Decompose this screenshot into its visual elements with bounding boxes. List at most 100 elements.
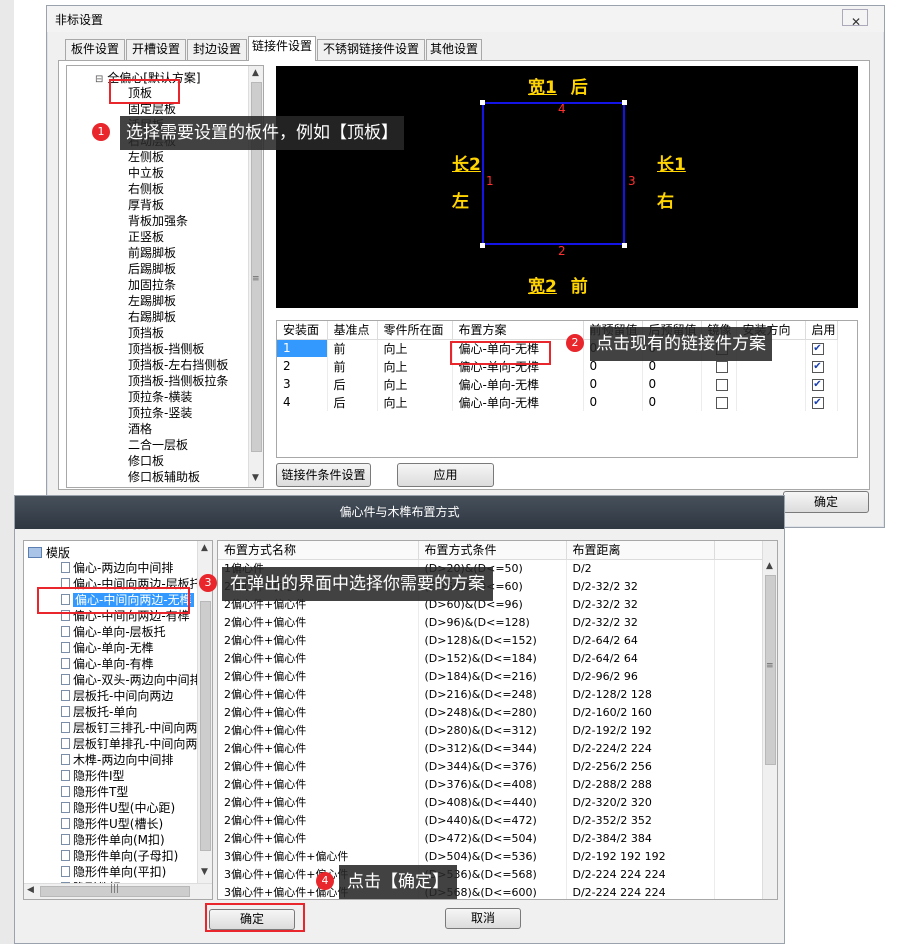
list-cell[interactable]: (D>472)&(D<=504) <box>418 829 567 847</box>
list-row[interactable]: 2偏心件+偏心件 (D>184)&(D<=216) D/2-96/2 96 <box>218 667 764 685</box>
tab-stainless-connector-settings[interactable]: 不锈钢链接件设置 <box>317 39 425 60</box>
list-cell[interactable]: 2偏心件+偏心件 <box>218 721 419 739</box>
tree-item[interactable]: 顶挡板-挡侧板 <box>128 341 228 357</box>
tree-item[interactable]: 酒格 <box>128 421 228 437</box>
list-cell[interactable]: (D>128)&(D<=152) <box>418 631 567 649</box>
tree-item[interactable]: 修口板 <box>128 453 228 469</box>
list-row[interactable]: 3偏心件+偏心件+偏心件 (D>536)&(D<=568) D/2-224 224 … <box>218 865 764 883</box>
list-row[interactable]: 2偏心件+偏心件 (D>152)&(D<=184) D/2-64/2 64 <box>218 649 764 667</box>
enable-checkbox[interactable]: ✔ <box>811 342 824 355</box>
tab-groove-settings[interactable]: 开槽设置 <box>126 39 186 60</box>
template-tree-vscroll[interactable]: ▲ ▼ <box>197 541 212 883</box>
grid-header[interactable]: 零件所在面 <box>377 321 453 340</box>
grid-header[interactable]: 启用 <box>805 321 838 340</box>
list-header[interactable]: 布置方式条件 <box>418 541 567 560</box>
tab-connector-settings[interactable]: 链接件设置 <box>248 36 316 61</box>
mirror-checkbox[interactable] <box>715 396 728 409</box>
tab-edge-settings[interactable]: 封边设置 <box>187 39 247 60</box>
grid-cell[interactable]: 0 <box>642 393 702 411</box>
list-cell[interactable]: D/2-384/2 384 <box>566 829 715 847</box>
list-cell[interactable]: 2偏心件+偏心件 <box>218 739 419 757</box>
list-cell[interactable]: 2偏心件+偏心件 <box>218 703 419 721</box>
list-cell[interactable]: (D>312)&(D<=344) <box>418 739 567 757</box>
grid-cell[interactable]: 0 <box>583 375 643 393</box>
list-cell[interactable]: D/2-32/2 32 <box>566 613 715 631</box>
list-cell[interactable]: (D>280)&(D<=312) <box>418 721 567 739</box>
list-cell[interactable]: 3偏心件+偏心件+偏心件 <box>218 847 419 865</box>
list-cell[interactable]: 2偏心件+偏心件 <box>218 793 419 811</box>
list-cell[interactable]: (D>408)&(D<=440) <box>418 793 567 811</box>
template-item[interactable]: 隐形件U型(中心距) <box>61 800 201 816</box>
template-item[interactable]: 隐形件单向(平扣) <box>61 864 201 880</box>
list-cell[interactable]: D/2-160/2 160 <box>566 703 715 721</box>
tree-item[interactable]: 左踢脚板 <box>128 293 228 309</box>
list-row[interactable]: 2偏心件+偏心件 (D>472)&(D<=504) D/2-384/2 384 <box>218 829 764 847</box>
grid-cell[interactable]: 向上 <box>377 357 453 375</box>
enable-cell[interactable]: ✔ <box>805 357 838 375</box>
enable-cell[interactable]: ✔ <box>805 393 838 411</box>
grid-cell[interactable]: 前 <box>327 339 378 357</box>
list-cell[interactable]: D/2-256/2 256 <box>566 757 715 775</box>
grid-row[interactable]: 4 后向上 偏心-单向-无榫 0 0 ✔ <box>277 393 838 411</box>
list-cell[interactable]: D/2-288/2 288 <box>566 775 715 793</box>
template-item[interactable]: 偏心-单向-层板托 <box>61 624 201 640</box>
tree-item[interactable]: 二合一层板 <box>128 437 228 453</box>
tree-item[interactable]: 顶挡板 <box>128 325 228 341</box>
list-cell[interactable]: (D>248)&(D<=280) <box>418 703 567 721</box>
grid-cell[interactable]: 向上 <box>377 375 453 393</box>
grid-cell[interactable]: 向上 <box>377 339 453 357</box>
direction-cell[interactable] <box>736 375 806 393</box>
template-item[interactable]: 隐形件单向(子母扣) <box>61 848 201 864</box>
tab-other-settings[interactable]: 其他设置 <box>426 39 482 60</box>
template-item[interactable]: 偏心-单向-无榫 <box>61 640 201 656</box>
list-cell[interactable]: D/2-224 224 224 <box>566 865 715 883</box>
list-cell[interactable]: (D>152)&(D<=184) <box>418 649 567 667</box>
template-item[interactable]: 隐形件I型 <box>61 768 201 784</box>
tree-item[interactable]: 顶拉条-竖装 <box>128 405 228 421</box>
mirror-cell[interactable] <box>701 375 737 393</box>
enable-checkbox[interactable]: ✔ <box>811 396 824 409</box>
list-row[interactable]: 2偏心件+偏心件 (D>248)&(D<=280) D/2-160/2 160 <box>218 703 764 721</box>
template-tree-root[interactable]: 模版 <box>28 544 70 561</box>
template-item[interactable]: 偏心-双头-两边向中间排 <box>61 672 201 688</box>
tree-item[interactable]: 加固拉条 <box>128 277 228 293</box>
list-cell[interactable]: D/2-224/2 224 <box>566 739 715 757</box>
grid-cell[interactable]: 3 <box>277 375 328 393</box>
tree-item[interactable]: 左侧板 <box>128 149 228 165</box>
mirror-cell[interactable] <box>701 393 737 411</box>
list-cell[interactable]: D/2 <box>566 559 715 577</box>
list-row[interactable]: 3偏心件+偏心件+偏心件 (D>568)&(D<=600) D/2-224 224 … <box>218 883 764 899</box>
list-cell[interactable]: (D>504)&(D<=536) <box>418 847 567 865</box>
template-item[interactable]: 偏心-两边向中间排 <box>61 560 201 576</box>
list-cell[interactable]: D/2-64/2 64 <box>566 631 715 649</box>
list-cell[interactable]: 2偏心件+偏心件 <box>218 631 419 649</box>
grid-cell[interactable]: 0 <box>583 393 643 411</box>
list-cell[interactable]: D/2-128/2 128 <box>566 685 715 703</box>
grid-cell[interactable]: 偏心-单向-无榫 <box>452 393 584 411</box>
tree-item[interactable]: 中立板 <box>128 165 228 181</box>
list-cell[interactable]: D/2-32/2 32 <box>566 577 715 595</box>
tree-item[interactable]: 右踢脚板 <box>128 309 228 325</box>
list-row[interactable]: 2偏心件+偏心件 (D>440)&(D<=472) D/2-352/2 352 <box>218 811 764 829</box>
enable-checkbox[interactable]: ✔ <box>811 360 824 373</box>
dialog-cancel-button[interactable]: 取消 <box>445 908 521 929</box>
list-row[interactable]: 2偏心件+偏心件 (D>280)&(D<=312) D/2-192/2 192 <box>218 721 764 739</box>
list-cell[interactable]: 2偏心件+偏心件 <box>218 649 419 667</box>
list-cell[interactable]: (D>184)&(D<=216) <box>418 667 567 685</box>
list-cell[interactable]: (D>440)&(D<=472) <box>418 811 567 829</box>
list-cell[interactable]: D/2-64/2 64 <box>566 649 715 667</box>
grid-cell[interactable]: 1 <box>277 339 328 357</box>
grid-cell[interactable]: 后 <box>327 393 378 411</box>
grid-cell[interactable]: 向上 <box>377 393 453 411</box>
template-item[interactable]: 层板托-单向 <box>61 704 201 720</box>
layout-list-scrollbar[interactable]: ▲ ≡ <box>762 541 777 899</box>
list-row[interactable]: 2偏心件+偏心件 (D>216)&(D<=248) D/2-128/2 128 <box>218 685 764 703</box>
direction-cell[interactable] <box>736 393 806 411</box>
tree-item[interactable]: 背板加强条 <box>128 213 228 229</box>
list-cell[interactable]: (D>344)&(D<=376) <box>418 757 567 775</box>
enable-cell[interactable]: ✔ <box>805 375 838 393</box>
mirror-checkbox[interactable] <box>715 378 728 391</box>
grid-cell[interactable]: 偏心-单向-无榫 <box>452 375 584 393</box>
enable-checkbox[interactable]: ✔ <box>811 378 824 391</box>
list-row[interactable]: 3偏心件+偏心件+偏心件 (D>504)&(D<=536) D/2-192 192 … <box>218 847 764 865</box>
